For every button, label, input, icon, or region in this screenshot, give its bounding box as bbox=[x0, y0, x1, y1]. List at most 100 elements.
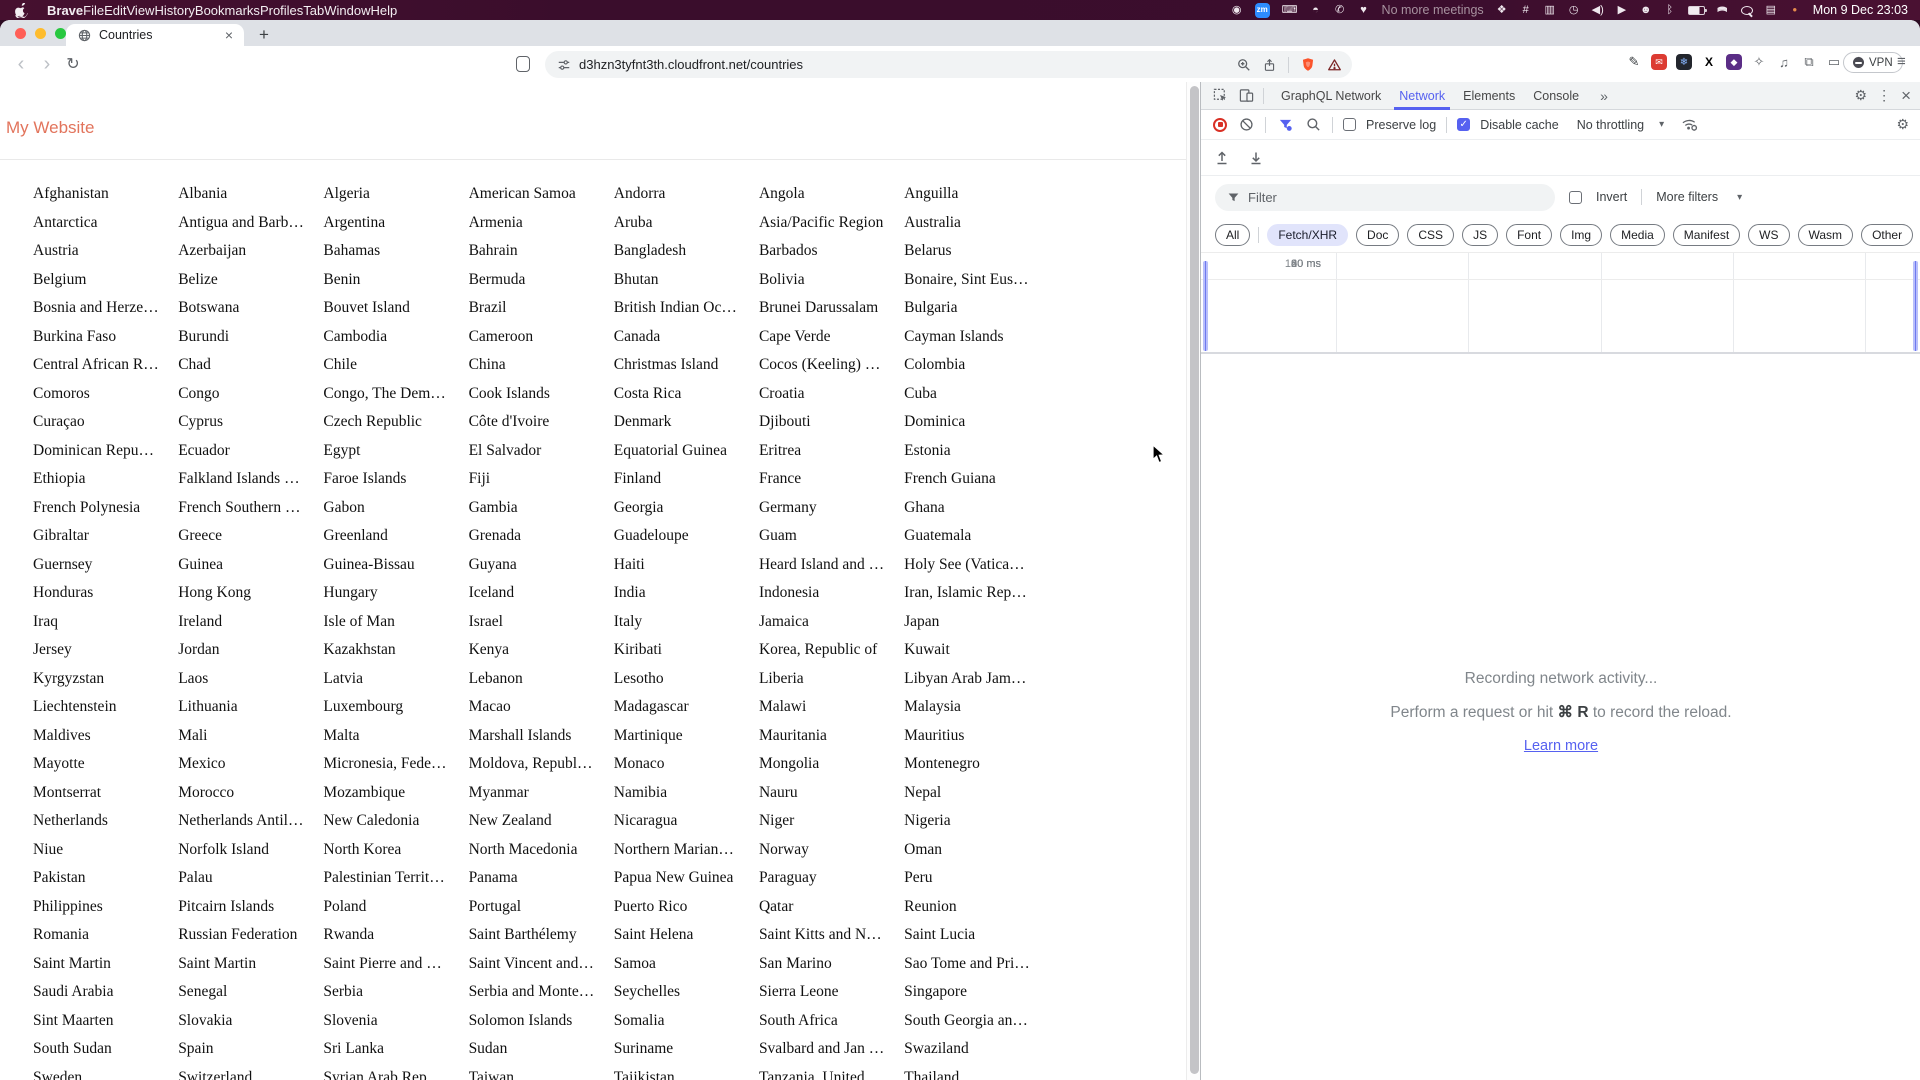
new-tab-button[interactable]: + bbox=[252, 23, 276, 47]
throttling-select[interactable]: No throttling bbox=[1577, 118, 1644, 132]
menubar-item[interactable]: Help bbox=[371, 3, 398, 18]
pointer-icon[interactable]: ❖ bbox=[1496, 0, 1508, 20]
user-circle-icon[interactable]: ☻ bbox=[1640, 0, 1652, 20]
reload-button[interactable]: ↻ bbox=[60, 54, 86, 74]
devtools-tab[interactable]: Network bbox=[1390, 82, 1454, 110]
zoom-app-icon[interactable]: zm bbox=[1254, 2, 1270, 18]
menubar-item[interactable]: Brave bbox=[47, 3, 83, 18]
forward-button[interactable]: › bbox=[34, 53, 60, 76]
card-extension-icon[interactable]: ▭ bbox=[1826, 54, 1842, 70]
request-type-chip[interactable]: CSS bbox=[1407, 224, 1455, 246]
preserve-log-checkbox[interactable] bbox=[1343, 118, 1356, 131]
search-network-icon[interactable] bbox=[1304, 116, 1322, 134]
volume-icon[interactable]: ◀) bbox=[1592, 0, 1604, 20]
network-conditions-icon[interactable] bbox=[1680, 116, 1698, 134]
url-bar[interactable]: d3hzn3tyfnt3th.cloudfront.net/countries bbox=[545, 51, 1352, 78]
purple-extension-icon[interactable]: ◆ bbox=[1726, 54, 1742, 70]
preserve-log-label[interactable]: Preserve log bbox=[1366, 118, 1436, 132]
timer-icon[interactable]: ◷ bbox=[1568, 0, 1580, 20]
device-toolbar-icon[interactable] bbox=[1237, 87, 1255, 105]
menubar-item[interactable]: View bbox=[127, 3, 155, 18]
brave-shield-icon[interactable] bbox=[1301, 57, 1315, 72]
sidebar-icon[interactable] bbox=[516, 56, 530, 72]
keyboard-icon[interactable]: ⌨ bbox=[1282, 0, 1298, 20]
clear-network-log-icon[interactable] bbox=[1237, 116, 1255, 134]
filter-input[interactable]: Filter bbox=[1215, 183, 1555, 211]
flower-extension-icon[interactable]: ✧ bbox=[1751, 54, 1767, 70]
more-filters-dropdown-icon[interactable]: ▾ bbox=[1737, 192, 1742, 203]
page-scrollbar-thumb[interactable] bbox=[1189, 86, 1199, 1074]
menubar-item[interactable]: Window bbox=[324, 3, 370, 18]
columns-icon[interactable]: ▥ bbox=[1544, 0, 1556, 20]
request-type-chip[interactable]: Font bbox=[1506, 224, 1553, 246]
request-type-chip[interactable]: WS bbox=[1748, 224, 1790, 246]
menubar-item[interactable]: History bbox=[154, 3, 194, 18]
url-text[interactable]: d3hzn3tyfnt3th.cloudfront.net/countries bbox=[579, 57, 1237, 72]
filter-toggle-icon[interactable] bbox=[1276, 116, 1294, 134]
request-type-chip[interactable]: Media bbox=[1610, 224, 1665, 246]
share-icon[interactable] bbox=[1263, 58, 1276, 72]
import-har-icon[interactable] bbox=[1213, 149, 1231, 167]
meeting-status-text[interactable]: No more meetings bbox=[1382, 3, 1484, 17]
vpn-button[interactable]: VPN bbox=[1843, 52, 1903, 73]
apple-icon[interactable] bbox=[15, 2, 28, 18]
menubar-item[interactable]: Tab bbox=[303, 3, 324, 18]
disable-cache-label[interactable]: Disable cache bbox=[1480, 118, 1559, 132]
devtools-tab[interactable]: Console bbox=[1524, 82, 1588, 110]
user-switch-icon[interactable]: ▤ bbox=[1765, 0, 1777, 20]
request-type-chip[interactable]: Manifest bbox=[1672, 224, 1741, 246]
zoom-in-icon[interactable] bbox=[1237, 58, 1251, 72]
menubar-item[interactable]: Edit bbox=[104, 3, 126, 18]
more-tabs-icon[interactable]: » bbox=[1596, 88, 1612, 104]
grid-icon[interactable]: # bbox=[1520, 0, 1532, 20]
browser-menu-icon[interactable]: ≡ bbox=[1897, 53, 1906, 70]
devtools-settings-icon[interactable]: ⚙ bbox=[1855, 87, 1868, 104]
timeline-right-handle[interactable] bbox=[1913, 261, 1918, 351]
close-window-button[interactable] bbox=[15, 28, 26, 39]
menubar-item[interactable]: File bbox=[83, 3, 104, 18]
battery-icon[interactable] bbox=[1687, 5, 1707, 15]
tab-close-icon[interactable]: × bbox=[222, 27, 236, 43]
status-dot-icon[interactable]: ● bbox=[1789, 0, 1801, 20]
heart-icon[interactable]: ♥ bbox=[1358, 0, 1370, 20]
network-settings-icon[interactable]: ⚙ bbox=[1896, 116, 1920, 133]
browser-tab-countries[interactable]: Countries × bbox=[66, 24, 244, 46]
invert-checkbox[interactable] bbox=[1569, 190, 1582, 204]
request-type-chip[interactable]: Img bbox=[1560, 224, 1603, 246]
export-har-icon[interactable] bbox=[1247, 149, 1265, 167]
devtools-tab[interactable]: GraphQL Network bbox=[1272, 82, 1390, 110]
request-type-chip[interactable]: Wasm bbox=[1797, 224, 1854, 246]
phone-icon[interactable]: ✆ bbox=[1334, 0, 1346, 20]
bluetooth-icon[interactable]: ᛒ bbox=[1664, 0, 1676, 20]
network-timeline[interactable]: 20 ms 40 ms 60 ms 80 ms 100 ms bbox=[1201, 252, 1920, 354]
record-dot-icon[interactable]: ◉ bbox=[1231, 0, 1243, 20]
play-circle-icon[interactable]: ▶ bbox=[1616, 0, 1628, 20]
record-network-log-button[interactable] bbox=[1213, 117, 1227, 132]
warning-triangle-icon[interactable] bbox=[1327, 58, 1342, 72]
timeline-overview[interactable] bbox=[1201, 279, 1920, 354]
menubar-item[interactable]: Bookmarks bbox=[195, 3, 260, 18]
snowflake-extension-icon[interactable]: ❄ bbox=[1676, 54, 1692, 70]
page-scrollbar[interactable] bbox=[1186, 82, 1200, 1080]
x-extension-icon[interactable]: X bbox=[1701, 54, 1717, 70]
minimize-window-button[interactable] bbox=[35, 28, 46, 39]
mail-extension-icon[interactable]: ✉ bbox=[1651, 54, 1667, 70]
window-extension-icon[interactable]: ⧉ bbox=[1801, 54, 1817, 70]
privacy-shield-icon[interactable]: ◓ bbox=[1310, 0, 1322, 20]
devtools-close-icon[interactable]: × bbox=[1901, 86, 1911, 106]
spotlight-search-icon[interactable] bbox=[1740, 5, 1753, 15]
request-type-chip[interactable]: Fetch/XHR bbox=[1267, 224, 1349, 246]
wifi-icon[interactable]: ))) bbox=[1713, 4, 1733, 16]
menubar-item[interactable]: Profiles bbox=[260, 3, 303, 18]
inspect-element-icon[interactable] bbox=[1211, 87, 1229, 105]
devtools-tab[interactable]: Elements bbox=[1454, 82, 1524, 110]
maximize-window-button[interactable] bbox=[55, 28, 66, 39]
request-type-chip[interactable]: All bbox=[1215, 224, 1251, 246]
request-type-chip[interactable] bbox=[1258, 227, 1260, 243]
menubar-clock[interactable]: Mon 9 Dec 23:03 bbox=[1813, 3, 1908, 17]
tune-icon[interactable] bbox=[557, 58, 571, 72]
devtools-more-options-icon[interactable]: ⋮ bbox=[1877, 87, 1891, 104]
more-filters-button[interactable]: More filters bbox=[1656, 190, 1718, 204]
throttling-dropdown-icon[interactable]: ▾ bbox=[1659, 119, 1664, 130]
disable-cache-checkbox[interactable]: ✓ bbox=[1457, 118, 1471, 131]
